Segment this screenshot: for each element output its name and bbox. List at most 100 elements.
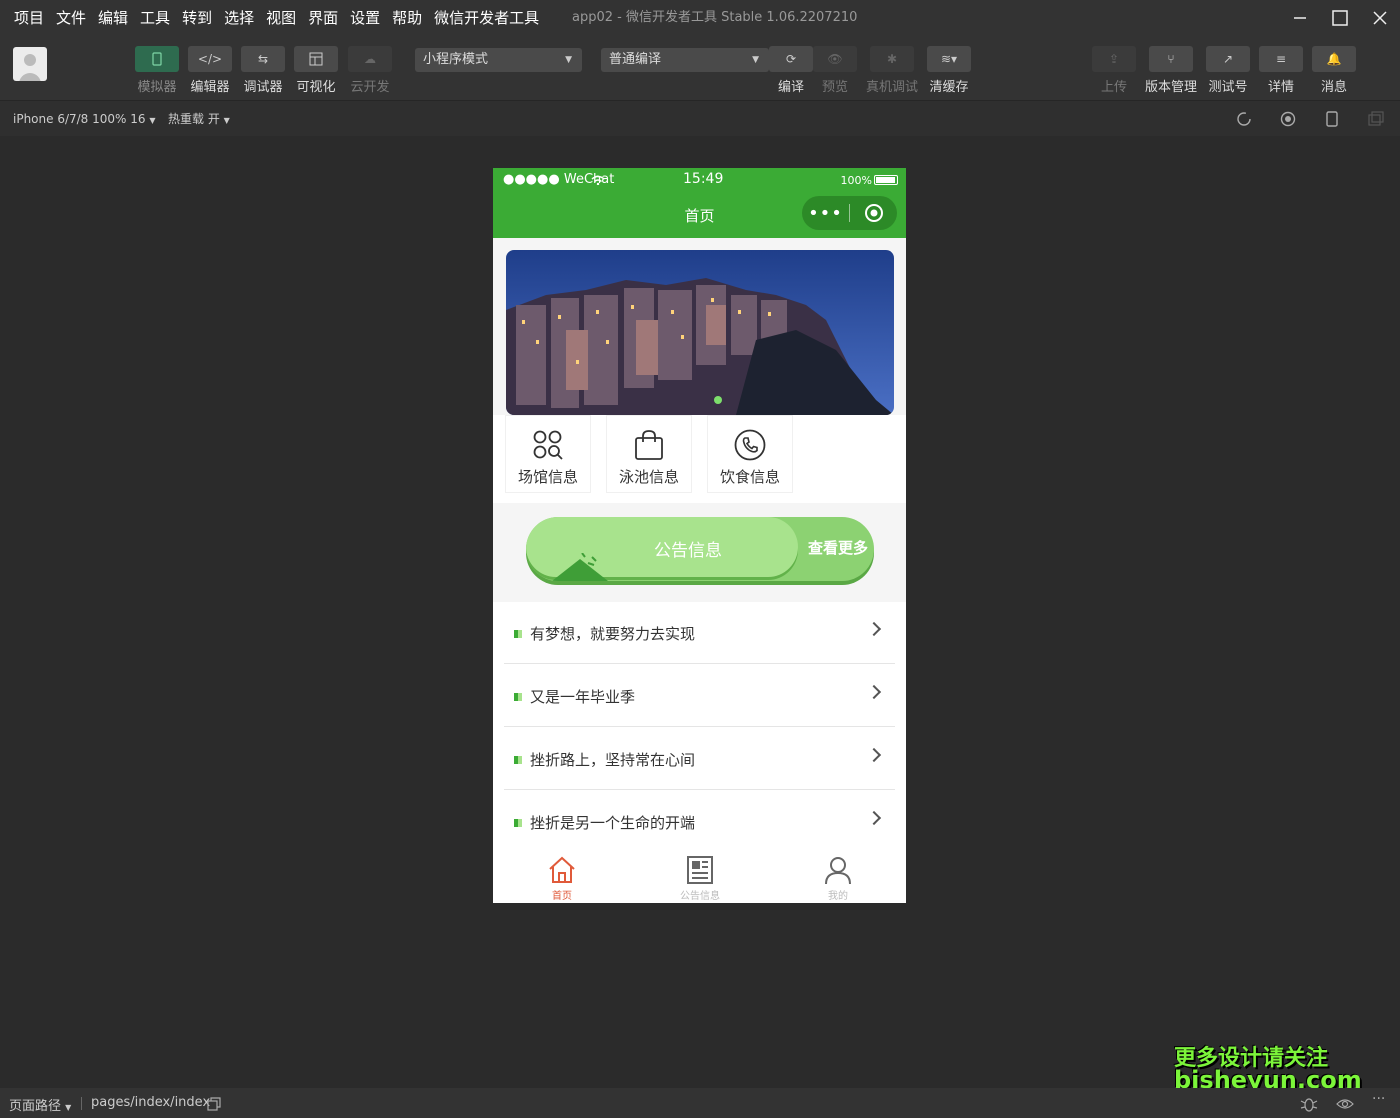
user-icon <box>825 857 851 885</box>
code-icon: </> <box>188 46 232 72</box>
menu-item[interactable]: 项目 <box>8 0 50 36</box>
device-select[interactable]: iPhone 6/7/8 100% 16 ▼ <box>13 101 156 139</box>
list-item-title: 又是一年毕业季 <box>530 688 636 706</box>
bug-icon: ✱ <box>870 46 914 72</box>
category-grid: 场馆信息 泳池信息 饮食信息 <box>493 415 906 503</box>
rotate-button[interactable] <box>1235 110 1253 128</box>
menu-item[interactable]: 文件 <box>50 0 92 36</box>
upload-label: 上传 <box>1100 80 1127 95</box>
category-pool[interactable]: 泳池信息 <box>606 415 692 493</box>
chevron-right-icon <box>866 621 882 637</box>
minimize-button[interactable] <box>1280 0 1320 36</box>
carousel-indicator[interactable] <box>714 396 722 404</box>
compile-label: 编译 <box>777 80 804 95</box>
tab-mine[interactable]: 我的 <box>769 848 906 903</box>
preview-tool[interactable]: 👁 预览 <box>812 46 858 95</box>
menu-item[interactable]: 帮助 <box>386 0 428 36</box>
upload-tool[interactable]: ⇪ 上传 <box>1091 46 1137 95</box>
notice-banner[interactable]: 公告信息 查看更多 <box>526 517 874 581</box>
mode-select[interactable]: 小程序模式 ▼ <box>415 48 582 72</box>
menu-item[interactable]: 视图 <box>260 0 302 36</box>
hot-reload-toggle[interactable]: 热重载 开 ▼ <box>168 101 230 139</box>
simulator-tool[interactable]: 模拟器 <box>134 46 180 95</box>
view-more-button[interactable]: 查看更多 <box>808 537 868 558</box>
list-item[interactable]: 挫折路上，坚持常在心间 <box>504 728 895 790</box>
debugger-label: 调试器 <box>243 80 283 95</box>
close-button[interactable] <box>1360 0 1400 36</box>
list-item[interactable]: 挫折是另一个生命的开端 <box>504 791 895 853</box>
minimize-icon <box>1294 17 1306 19</box>
details-tool[interactable]: ≡ 详情 <box>1258 46 1304 95</box>
battery-percent: 100% <box>840 174 872 187</box>
compile-tool[interactable]: ⟳ 编译 <box>768 46 814 95</box>
close-icon <box>1373 11 1387 25</box>
menu-item[interactable]: 界面 <box>302 0 344 36</box>
close-miniapp-button[interactable] <box>850 203 897 223</box>
list-item[interactable]: 有梦想，就要努力去实现 <box>504 602 895 664</box>
menu-item[interactable]: 选择 <box>218 0 260 36</box>
device-select-value: iPhone 6/7/8 100% 16 <box>13 112 146 126</box>
compile-select-value: 普通编译 <box>609 52 662 67</box>
preview-label: 预览 <box>821 80 848 95</box>
window-title: app02 - 微信开发者工具 Stable 1.06.2207210 <box>572 10 858 25</box>
avatar[interactable] <box>13 47 47 81</box>
menu-bar: 项目 文件 编辑 工具 转到 选择 视图 界面 设置 帮助 微信开发者工具 app02 - 微信开发… <box>0 0 1400 36</box>
phone-simulator: ●●●●● WeChat 15:49 100% 首页 ••• 场馆信息 泳池信息… <box>493 168 906 903</box>
real-debug-tool[interactable]: ✱ 真机调试 <box>866 46 918 95</box>
mode-select-value: 小程序模式 <box>423 52 489 67</box>
rotate-icon <box>1237 112 1251 126</box>
clear-cache-tool[interactable]: ≋▾ 清缓存 <box>926 46 972 95</box>
category-venue[interactable]: 场馆信息 <box>505 415 591 493</box>
version-tool[interactable]: ⑂ 版本管理 <box>1145 46 1197 95</box>
tab-bar: 首页 公告信息 我的 <box>493 848 906 903</box>
menu-item[interactable]: 工具 <box>134 0 176 36</box>
bullet-icon <box>514 819 522 827</box>
record-icon <box>1280 111 1296 127</box>
category-label: 泳池信息 <box>618 468 679 486</box>
refresh-icon: ⟳ <box>769 46 813 72</box>
category-food[interactable]: 饮食信息 <box>707 415 793 493</box>
window-icon <box>1368 111 1384 126</box>
bullet-icon <box>514 693 522 701</box>
debugger-tool[interactable]: ⇆ 调试器 <box>240 46 286 95</box>
compile-select[interactable]: 普通编译 ▼ <box>601 48 769 72</box>
bottom-status-bar: 页面路径 ▼ pages/index/index ··· <box>0 1088 1400 1118</box>
maximize-button[interactable] <box>1320 0 1360 36</box>
tab-label: 我的 <box>828 891 848 902</box>
visual-tool[interactable]: 可视化 <box>293 46 339 95</box>
device-mode-button[interactable] <box>1323 110 1341 128</box>
list-item[interactable]: 又是一年毕业季 <box>504 665 895 727</box>
phone-icon <box>135 46 179 72</box>
debug-icon: ⇆ <box>241 46 285 72</box>
phone-icon <box>1326 111 1338 127</box>
home-icon <box>549 856 575 883</box>
tab-home[interactable]: 首页 <box>493 848 631 903</box>
hot-reload-value: 热重载 开 <box>168 112 220 126</box>
newspaper-icon <box>687 856 713 884</box>
copy-icon[interactable] <box>207 1097 221 1111</box>
tab-notice[interactable]: 公告信息 <box>631 848 769 903</box>
menu-item[interactable]: 设置 <box>344 0 386 36</box>
menu-item[interactable]: 微信开发者工具 <box>428 0 545 36</box>
record-button[interactable] <box>1279 110 1297 128</box>
simulator-label: 模拟器 <box>137 80 177 95</box>
chevron-right-icon <box>866 810 882 826</box>
bell-icon: 🔔 <box>1312 46 1356 72</box>
menu-item[interactable]: 编辑 <box>92 0 134 36</box>
notice-title: 公告信息 <box>654 541 722 561</box>
bug-icon[interactable] <box>1300 1096 1318 1112</box>
more-dots-icon[interactable]: ••• <box>802 203 849 224</box>
messages-tool[interactable]: 🔔 消息 <box>1311 46 1357 95</box>
menu-item[interactable]: 转到 <box>176 0 218 36</box>
grid-search-icon <box>533 430 563 460</box>
eye-icon[interactable] <box>1336 1097 1354 1111</box>
more-icon[interactable]: ··· <box>1372 1091 1385 1107</box>
wifi-icon <box>591 175 605 185</box>
cloud-icon: ☁ <box>348 46 392 72</box>
page-path-select[interactable]: 页面路径 ▼ <box>9 1095 71 1114</box>
editor-tool[interactable]: </> 编辑器 <box>187 46 233 95</box>
test-account-tool[interactable]: ↗ 测试号 <box>1205 46 1251 95</box>
banner-image[interactable] <box>506 250 894 415</box>
detach-button[interactable] <box>1367 110 1385 128</box>
cloud-tool[interactable]: ☁ 云开发 <box>347 46 393 95</box>
